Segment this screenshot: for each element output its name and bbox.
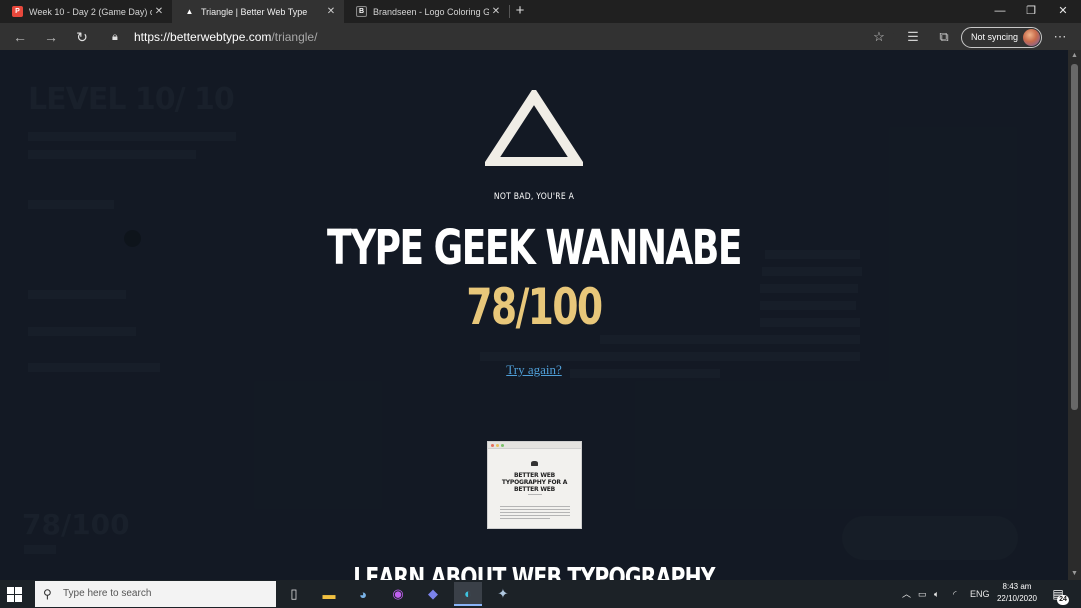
book-title: BETTER WEB TYPOGRAPHY FOR A BETTER WEB [501,472,568,493]
window-dot [496,444,499,447]
tab-divider [509,5,510,18]
tab-favicon: B [356,6,367,17]
book-text-line [500,518,550,519]
wifi-icon[interactable]: ◜ [953,580,957,608]
more-options-icon[interactable]: ⋯ [1049,26,1071,48]
minimize-icon[interactable]: — [983,0,1017,23]
refresh-icon[interactable]: ↻ [71,26,93,48]
windows-start-icon[interactable] [6,585,24,603]
url-path: /triangle/ [271,30,318,44]
window-dot [491,444,494,447]
book-text-line [500,515,570,516]
clock-time: 8:43 am [1002,582,1032,591]
book-logo-icon [531,461,538,466]
close-icon[interactable]: ✕ [152,6,166,17]
result-score: 78/100 [466,278,603,336]
learn-heading: LEARN ABOUT WEB TYPOGRAPHY [353,563,715,580]
scroll-up-icon[interactable]: ▲ [1068,50,1081,62]
book-text-line [500,512,570,513]
restore-icon[interactable]: ❐ [1014,0,1048,23]
new-tab-icon[interactable]: + [511,2,529,20]
pinned-app-icon[interactable]: ✦ [489,582,517,606]
steam-icon[interactable]: ◕ [349,582,377,606]
try-again-label[interactable]: Try again? [506,362,562,377]
browser-toolbar: ← → ↻ 🔒︎ https://betterwebtype.com/trian… [0,23,1081,50]
address-bar[interactable]: 🔒︎ https://betterwebtype.com/triangle/ [104,26,894,48]
task-view-icon[interactable]: ▯ [280,582,308,606]
collections-icon[interactable]: ⧉ [933,26,955,48]
result-prefix: NOT BAD, YOU'RE A [493,192,575,202]
tab-triangle[interactable]: ▲ Triangle | Better Web Type ✕ [172,0,344,23]
page-scrollbar[interactable]: ▲ ▼ [1068,50,1081,580]
taskbar-search-box[interactable]: ⚲ Type here to search [35,581,276,607]
tab-week10[interactable]: P Week 10 - Day 2 (Game Day) on ✕ [0,0,172,23]
favorite-star-icon[interactable]: ☆ [868,26,890,48]
language-indicator[interactable]: ENG [970,580,990,608]
forward-icon[interactable]: → [40,26,62,48]
teams-icon[interactable]: ◆ [419,582,447,606]
edge-browser-icon[interactable]: ◐ [454,582,482,606]
battery-icon[interactable]: ▭ [918,580,927,608]
clock[interactable]: 8:43 am 22/10/2020 [990,581,1044,605]
book-text-line [528,494,542,495]
book-text-line [500,506,570,507]
favorites-icon[interactable]: ☰ [902,26,924,48]
book-text-line [500,509,570,510]
close-window-icon[interactable]: ✕ [1046,0,1080,23]
search-icon: ⚲ [43,587,52,601]
result-title: TYPE GEEK WANNABE [327,220,742,276]
notification-icon[interactable]: ▤ 24 [1048,584,1069,605]
lock-icon: 🔒︎ [112,31,118,43]
chevron-up-icon[interactable]: ︿ [902,580,911,608]
profile-sync-button[interactable]: Not syncing [961,27,1042,48]
avatar [1023,29,1040,46]
scroll-down-icon[interactable]: ▼ [1068,568,1081,580]
tab-title: Triangle | Better Web Type [201,6,308,17]
clock-date: 22/10/2020 [996,594,1038,603]
close-icon[interactable]: ✕ [324,6,338,17]
tab-title: Week 10 - Day 2 (Game Day) on [29,6,152,17]
triangle-logo-icon [485,90,583,166]
try-again-link[interactable]: Try again? [0,362,1068,378]
windows-taskbar: ⚲ Type here to search ▯ ▬ ◕ ◉ ◆ ◐ ✦ ︿ ▭ … [0,580,1081,608]
speaker-icon[interactable]: 🔈︎ [934,580,939,608]
tab-favicon: P [12,6,23,17]
sync-label: Not syncing [971,32,1019,42]
browser-window: P Week 10 - Day 2 (Game Day) on ✕ ▲ Tria… [0,0,1081,608]
book-window-bar [488,442,581,449]
back-icon[interactable]: ← [9,26,31,48]
window-dot [501,444,504,447]
close-icon[interactable]: ✕ [489,6,503,17]
book-cover-image[interactable]: BETTER WEB TYPOGRAPHY FOR A BETTER WEB [487,441,582,529]
tab-strip: P Week 10 - Day 2 (Game Day) on ✕ ▲ Tria… [0,0,1081,23]
scrollbar-thumb[interactable] [1071,64,1078,410]
notification-count: 24 [1057,595,1069,605]
tab-brandseen[interactable]: B Brandseen - Logo Coloring Gam ✕ [344,0,509,23]
search-placeholder: Type here to search [63,588,152,599]
messenger-icon[interactable]: ◉ [384,582,412,606]
file-explorer-icon[interactable]: ▬ [315,582,343,606]
triangle-favicon-icon: ▲ [184,6,195,17]
url-host: https://betterwebtype.com [134,30,272,44]
page-content: LEVEL 10/ 10 78/100 NOT BAD, YOU'RE A TY… [0,50,1068,580]
tab-title: Brandseen - Logo Coloring Gam [373,6,489,17]
